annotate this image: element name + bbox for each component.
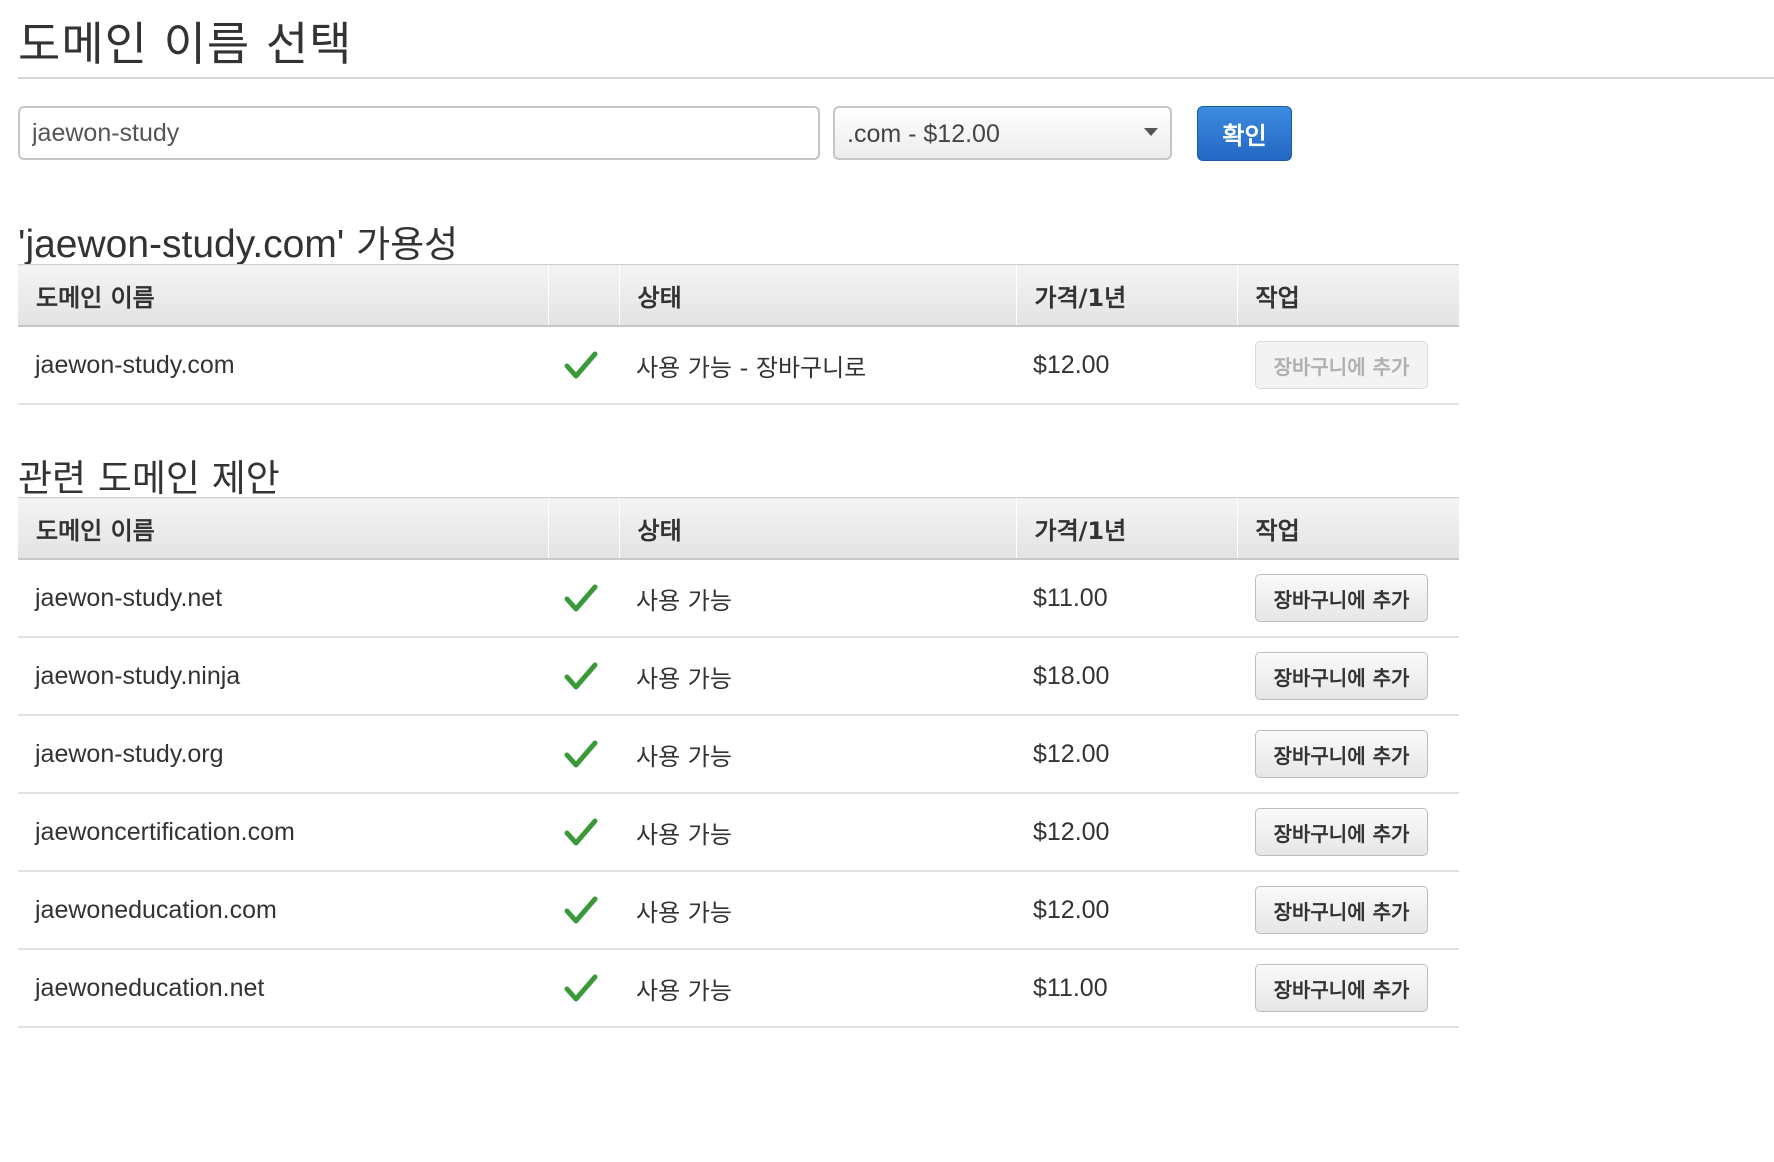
chevron-down-icon [1144, 128, 1158, 136]
domain-name: jaewoneducation.com [18, 871, 548, 950]
column-header-action: 작업 [1236, 497, 1459, 560]
domain-name: jaewoncertification.com [18, 793, 548, 872]
availability-heading: 'jaewon-study.com' 가용성 [18, 214, 458, 268]
checkmark-icon [564, 583, 619, 613]
price-text: $12.00 [1016, 871, 1237, 950]
column-header-icon [547, 497, 619, 560]
status-text: 사용 가능 [619, 949, 1016, 1028]
availability-heading-suffix: 가용성 [344, 223, 459, 266]
add-to-cart-button[interactable]: 장바구니에 추가 [1255, 574, 1428, 622]
add-to-cart-button[interactable]: 장바구니에 추가 [1255, 886, 1428, 934]
table-row: jaewon-study.com 사용 가능 - 장바구니로 $12.00 장바… [18, 326, 1459, 405]
price-text: $12.00 [1016, 715, 1237, 794]
price-text: $11.00 [1016, 949, 1237, 1028]
status-text: 사용 가능 - 장바구니로 [619, 326, 1016, 405]
price-text: $12.00 [1016, 326, 1237, 405]
column-header-action: 작업 [1236, 264, 1459, 327]
add-to-cart-button[interactable]: 장바구니에 추가 [1255, 808, 1428, 856]
column-header-price: 가격/1년 [1015, 497, 1237, 560]
checkmark-icon [564, 739, 619, 769]
status-text: 사용 가능 [619, 715, 1016, 794]
checkmark-icon [564, 350, 619, 380]
column-header-icon [547, 264, 619, 327]
domain-name: jaewoneducation.net [18, 949, 548, 1028]
table-row: jaewon-study.ninja 사용 가능 $18.00 장바구니에 추가 [18, 637, 1459, 716]
domain-name: jaewon-study.org [18, 715, 548, 794]
suggestions-table: 도메인 이름 상태 가격/1년 작업 jaewon-study.net 사용 가… [18, 497, 1459, 1028]
price-text: $18.00 [1016, 637, 1237, 716]
price-text: $11.00 [1016, 559, 1237, 638]
status-text: 사용 가능 [619, 793, 1016, 872]
table-header-row: 도메인 이름 상태 가격/1년 작업 [18, 497, 1459, 560]
checkmark-icon [564, 661, 619, 691]
column-header-status: 상태 [618, 264, 1016, 327]
checkmark-icon [564, 973, 619, 1003]
confirm-button[interactable]: 확인 [1197, 106, 1292, 161]
checkmark-icon [564, 895, 619, 925]
domain-name: jaewon-study.net [18, 559, 548, 638]
domain-search-input[interactable] [18, 106, 820, 160]
price-text: $12.00 [1016, 793, 1237, 872]
availability-table: 도메인 이름 상태 가격/1년 작업 jaewon-study.com 사용 가… [18, 264, 1459, 405]
availability-heading-domain: 'jaewon-study.com' [18, 223, 345, 266]
add-to-cart-button[interactable]: 장바구니에 추가 [1255, 730, 1428, 778]
status-text: 사용 가능 [619, 559, 1016, 638]
add-to-cart-button[interactable]: 장바구니에 추가 [1255, 964, 1428, 1012]
title-divider [18, 77, 1774, 79]
table-header-row: 도메인 이름 상태 가격/1년 작업 [18, 264, 1459, 327]
column-header-domain: 도메인 이름 [18, 264, 548, 327]
column-header-domain: 도메인 이름 [18, 497, 548, 560]
add-to-cart-button[interactable]: 장바구니에 추가 [1255, 652, 1428, 700]
column-header-price: 가격/1년 [1015, 264, 1237, 327]
domain-name: jaewon-study.com [18, 326, 548, 405]
column-header-status: 상태 [618, 497, 1016, 560]
table-row: jaewoneducation.net 사용 가능 $11.00 장바구니에 추… [18, 949, 1459, 1028]
domain-name: jaewon-study.ninja [18, 637, 548, 716]
status-text: 사용 가능 [619, 871, 1016, 950]
table-row: jaewoncertification.com 사용 가능 $12.00 장바구… [18, 793, 1459, 872]
tld-select[interactable]: .com - $12.00 [833, 106, 1172, 160]
table-row: jaewon-study.net 사용 가능 $11.00 장바구니에 추가 [18, 559, 1459, 638]
table-row: jaewon-study.org 사용 가능 $12.00 장바구니에 추가 [18, 715, 1459, 794]
table-row: jaewoneducation.com 사용 가능 $12.00 장바구니에 추… [18, 871, 1459, 950]
page-title: 도메인 이름 선택 [18, 17, 353, 71]
checkmark-icon [564, 817, 619, 847]
suggestions-heading: 관련 도메인 제안 [18, 457, 280, 500]
tld-selected-value: .com - $12.00 [847, 120, 1000, 148]
add-to-cart-button[interactable]: 장바구니에 추가 [1255, 341, 1428, 389]
status-text: 사용 가능 [619, 637, 1016, 716]
